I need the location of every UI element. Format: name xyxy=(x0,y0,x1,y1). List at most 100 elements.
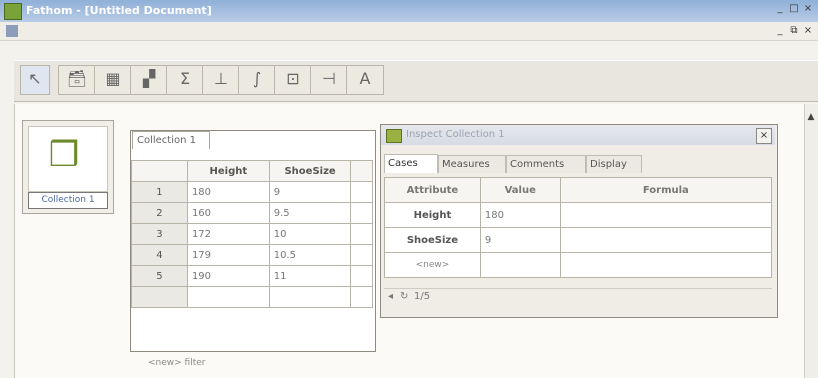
row-index xyxy=(131,286,188,308)
case-counter: 1/5 xyxy=(414,291,431,302)
empty-cell[interactable] xyxy=(350,265,373,287)
doc-close-button[interactable]: × xyxy=(802,24,814,37)
toolbar: ↖ 🗃 ▦ ▞ Σ ⊥ ∫ ⊡ ⊣ A xyxy=(14,60,818,102)
empty-cell[interactable] xyxy=(268,286,352,308)
new-attribute[interactable]: <new> xyxy=(384,252,481,278)
window-title: Fathom - [Untitled Document] xyxy=(26,4,212,17)
window-controls: _ □ × xyxy=(774,2,814,15)
empty-cell[interactable] xyxy=(350,244,373,266)
cell-shoesize[interactable]: 9.5 xyxy=(268,202,352,224)
test-icon: ∫ xyxy=(252,69,262,88)
vertical-scrollbar[interactable] xyxy=(804,104,818,378)
table-tool[interactable]: ▦ xyxy=(94,65,132,95)
collection-tool[interactable]: 🗃 xyxy=(58,65,96,95)
collection-label[interactable]: Collection 1 xyxy=(28,192,108,209)
new-column-header[interactable] xyxy=(350,160,373,182)
document-controls: _ ⧉ × xyxy=(774,24,814,37)
tab-cases[interactable]: Cases xyxy=(384,154,438,173)
text-icon: A xyxy=(359,69,371,88)
attribute-value[interactable] xyxy=(479,252,561,278)
cell-shoesize[interactable]: 11 xyxy=(268,265,352,287)
table-row[interactable]: <new> xyxy=(384,252,773,278)
cell-shoesize[interactable]: 10.5 xyxy=(268,244,352,266)
attribute-name[interactable]: ShoeSize xyxy=(384,227,481,253)
test-tool[interactable]: ∫ xyxy=(238,65,276,95)
graph-icon: ▞ xyxy=(142,69,156,88)
table-row[interactable]: 5 190 11 xyxy=(131,265,373,287)
inspector-app-icon xyxy=(386,129,402,143)
slider-icon: ⊣ xyxy=(322,69,336,88)
table-row[interactable]: 1 180 9 xyxy=(131,181,373,203)
scroll-up-icon[interactable]: ▲ xyxy=(806,112,816,122)
open-box-icon: ❒ xyxy=(48,135,80,175)
inspector-attribute-table: Attribute Value Formula Height 180 ShoeS… xyxy=(384,177,773,278)
attribute-formula[interactable] xyxy=(559,202,773,228)
table-row-empty[interactable] xyxy=(131,286,373,308)
table-row[interactable]: 4 179 10.5 xyxy=(131,244,373,266)
row-index: 2 xyxy=(131,202,188,224)
graph-tool[interactable]: ▞ xyxy=(130,65,168,95)
new-filter-label[interactable]: <new> filter xyxy=(148,358,205,368)
cell-height[interactable]: 172 xyxy=(186,223,270,245)
estimate-icon: ⊥ xyxy=(214,69,228,88)
tab-display[interactable]: Display xyxy=(586,155,642,173)
column-header-formula: Formula xyxy=(559,177,773,203)
cell-height[interactable]: 179 xyxy=(186,244,270,266)
empty-cell[interactable] xyxy=(350,202,373,224)
column-header-shoesize[interactable]: ShoeSize xyxy=(268,160,352,182)
row-index: 3 xyxy=(131,223,188,245)
minimize-button[interactable]: _ xyxy=(774,2,786,15)
attribute-formula[interactable] xyxy=(559,252,773,278)
table-row[interactable]: ShoeSize 9 xyxy=(384,227,773,253)
app-icon xyxy=(4,3,22,20)
column-header-height[interactable]: Height xyxy=(186,160,270,182)
pointer-icon: ↖ xyxy=(28,69,42,88)
table-row[interactable]: 3 172 10 xyxy=(131,223,373,245)
refresh-icon[interactable]: ↻ xyxy=(400,291,408,302)
column-header-attribute: Attribute xyxy=(384,177,481,203)
case-table-grid: Height ShoeSize 1 180 9 2 160 9.5 3 172 … xyxy=(131,160,373,308)
empty-cell[interactable] xyxy=(350,286,373,308)
inspector-title: Inspect Collection 1 xyxy=(406,129,505,140)
inspector-close-button[interactable]: × xyxy=(756,128,772,144)
attribute-name[interactable]: Height xyxy=(384,202,481,228)
column-header-value: Value xyxy=(479,177,561,203)
maximize-button[interactable]: □ xyxy=(788,2,800,15)
cell-shoesize[interactable]: 9 xyxy=(268,181,352,203)
doc-minimize-button[interactable]: _ xyxy=(774,24,786,37)
attribute-formula[interactable] xyxy=(559,227,773,253)
estimate-tool[interactable]: ⊥ xyxy=(202,65,240,95)
menu-bar xyxy=(0,22,818,41)
prev-case-icon[interactable]: ◂ xyxy=(388,291,393,302)
model-icon: ⊡ xyxy=(286,69,300,88)
attribute-value[interactable]: 180 xyxy=(479,202,561,228)
case-table-title[interactable]: Collection 1 xyxy=(132,131,210,149)
cell-shoesize[interactable]: 10 xyxy=(268,223,352,245)
table-row[interactable]: Height 180 xyxy=(384,202,773,228)
row-index: 4 xyxy=(131,244,188,266)
empty-cell[interactable] xyxy=(350,223,373,245)
empty-cell[interactable] xyxy=(186,286,270,308)
cell-height[interactable]: 190 xyxy=(186,265,270,287)
summary-tool[interactable]: Σ xyxy=(166,65,204,95)
empty-cell[interactable] xyxy=(350,181,373,203)
pointer-tool[interactable]: ↖ xyxy=(20,65,50,95)
table-row[interactable]: 2 160 9.5 xyxy=(131,202,373,224)
summary-icon: Σ xyxy=(179,69,191,88)
doc-restore-button[interactable]: ⧉ xyxy=(788,24,800,37)
row-index: 1 xyxy=(131,181,188,203)
attribute-value[interactable]: 9 xyxy=(479,227,561,253)
slider-tool[interactable]: ⊣ xyxy=(310,65,348,95)
model-tool[interactable]: ⊡ xyxy=(274,65,312,95)
close-button[interactable]: × xyxy=(802,2,814,15)
table-icon: ▦ xyxy=(105,69,121,88)
collection-icon: 🗃 xyxy=(66,69,88,88)
tab-measures[interactable]: Measures xyxy=(438,155,506,173)
row-index: 5 xyxy=(131,265,188,287)
tab-comments[interactable]: Comments xyxy=(506,155,586,173)
document-icon xyxy=(6,25,18,37)
row-index-header xyxy=(131,160,188,182)
cell-height[interactable]: 160 xyxy=(186,202,270,224)
text-tool[interactable]: A xyxy=(346,65,384,95)
cell-height[interactable]: 180 xyxy=(186,181,270,203)
